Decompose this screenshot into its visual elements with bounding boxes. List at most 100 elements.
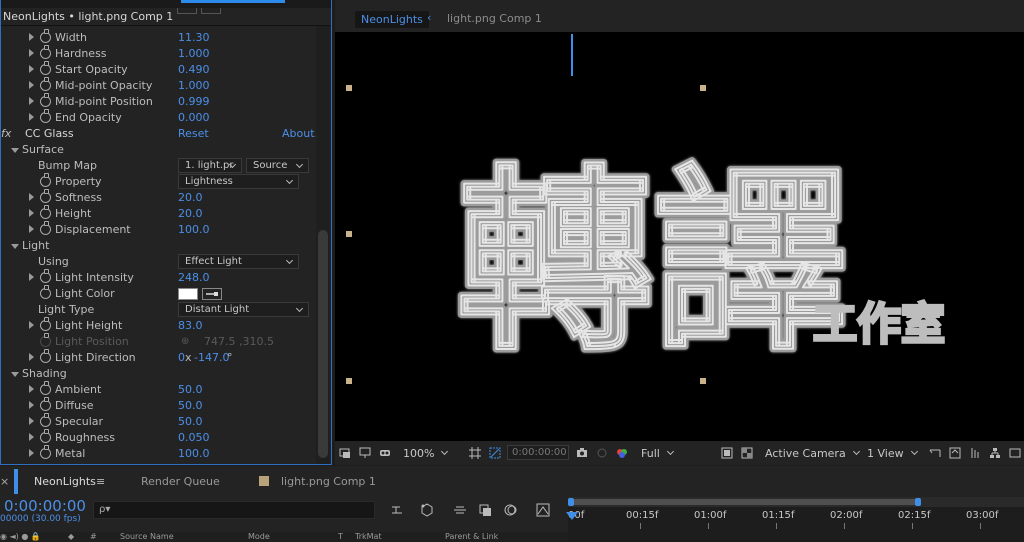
stopwatch-icon[interactable]: [40, 429, 51, 443]
current-time-field[interactable]: 0:00:00:00: [507, 445, 569, 460]
about-link[interactable]: About.: [282, 127, 318, 140]
twirl-icon[interactable]: [29, 433, 34, 441]
prop-value[interactable]: 0.000: [178, 111, 210, 124]
twirl-open-icon[interactable]: [11, 244, 19, 249]
stopwatch-icon[interactable]: [40, 413, 51, 427]
timeline-search-input[interactable]: ρ▾: [93, 501, 375, 519]
view-layout-select[interactable]: 1 View: [867, 447, 917, 460]
prop-row-displacement[interactable]: Displacement 100.0: [1, 221, 315, 238]
close-icon[interactable]: ×: [0, 475, 9, 488]
show-snapshot-icon[interactable]: [596, 447, 608, 459]
stopwatch-icon[interactable]: [40, 77, 51, 91]
grid-guides-icon[interactable]: [469, 447, 481, 459]
twirl-icon[interactable]: [29, 193, 34, 201]
color-channels-icon[interactable]: [616, 447, 628, 459]
scrollbar-thumb[interactable]: [318, 230, 328, 458]
prop-row-softness[interactable]: Softness 20.0: [1, 189, 315, 206]
stopwatch-icon[interactable]: [40, 109, 51, 123]
stopwatch-icon[interactable]: [40, 45, 51, 59]
twirl-open-icon[interactable]: [11, 372, 19, 377]
stopwatch-icon[interactable]: [40, 205, 51, 219]
prop-value[interactable]: 11.30: [178, 31, 210, 44]
prop-row-ambient[interactable]: Ambient 50.0: [1, 381, 315, 398]
twirl-icon[interactable]: [29, 225, 34, 233]
bump-map-layer-select[interactable]: 1. light.pr: [178, 158, 242, 173]
prop-row-diffuse[interactable]: Diffuse 50.0: [1, 397, 315, 414]
stopwatch-icon[interactable]: [40, 285, 51, 299]
property-select[interactable]: Lightness: [178, 174, 299, 189]
work-area-end-handle[interactable]: [915, 498, 921, 506]
prop-row-start-opacity[interactable]: Start Opacity 0.490: [1, 61, 315, 78]
mask-visibility-icon[interactable]: [489, 447, 501, 459]
prop-row-specular[interactable]: Specular 50.0: [1, 413, 315, 430]
twirl-icon[interactable]: [29, 321, 34, 329]
work-area-bar[interactable]: [568, 497, 1024, 507]
stopwatch-icon[interactable]: [40, 221, 51, 235]
stopwatch-icon[interactable]: [40, 61, 51, 75]
tab-light-png-comp-timeline[interactable]: light.png Comp 1: [281, 475, 376, 488]
prop-row-light-height[interactable]: Light Height 83.0: [1, 317, 315, 334]
twirl-icon[interactable]: [29, 113, 34, 121]
prop-value[interactable]: 0.490: [178, 63, 210, 76]
toggle-view-icon[interactable]: [929, 447, 941, 459]
twirl-icon[interactable]: [29, 65, 34, 73]
prop-row-light-type[interactable]: Light Type Distant Light: [1, 302, 315, 318]
prop-row-light-color[interactable]: Light Color: [1, 285, 315, 302]
twirl-icon[interactable]: [29, 209, 34, 217]
tab-render-queue[interactable]: Render Queue: [141, 475, 220, 488]
prop-value[interactable]: 50.0: [178, 415, 203, 428]
work-area-start-handle[interactable]: [568, 498, 574, 506]
effect-controls-scrollbar[interactable]: [316, 26, 330, 464]
twirl-icon[interactable]: [29, 401, 34, 409]
snapshot-region-icon[interactable]: [339, 447, 351, 459]
twirl-icon[interactable]: [29, 81, 34, 89]
eyedropper-icon[interactable]: [202, 288, 222, 300]
camera-select[interactable]: Active Camera: [765, 447, 859, 460]
prop-value[interactable]: 0.050: [178, 431, 210, 444]
prop-value[interactable]: 0.999: [178, 95, 210, 108]
prop-row-hardness[interactable]: Hardness 1.000: [1, 45, 315, 62]
prop-row-midpoint-position[interactable]: Mid-point Position 0.999: [1, 93, 315, 110]
tab-neonlights-timeline[interactable]: NeonLights: [34, 475, 96, 488]
direction-degrees[interactable]: -147.0: [194, 351, 229, 364]
stopwatch-icon[interactable]: [40, 269, 51, 283]
twirl-icon[interactable]: [29, 33, 34, 41]
frame-blending-icon[interactable]: [478, 503, 492, 517]
prop-value[interactable]: 50.0: [178, 399, 203, 412]
playhead-handle[interactable]: [566, 512, 578, 520]
stopwatch-icon[interactable]: [40, 445, 51, 459]
prop-row-height[interactable]: Height 20.0: [1, 205, 315, 222]
group-shading[interactable]: Shading: [1, 366, 315, 382]
direction-revolutions[interactable]: 0: [178, 351, 185, 364]
prop-row-light-direction[interactable]: Light Direction 0 x -147.0 °: [1, 349, 315, 366]
vr-goggles-icon[interactable]: [379, 447, 391, 459]
twirl-icon[interactable]: [29, 385, 34, 393]
region-of-interest-icon[interactable]: [721, 447, 733, 459]
resolution-select[interactable]: Full: [641, 447, 673, 460]
group-light[interactable]: Light: [1, 238, 315, 254]
tab-neonlights[interactable]: NeonLights: [355, 11, 429, 28]
prop-value[interactable]: 20.0: [178, 191, 203, 204]
3d-draft-icon[interactable]: [949, 447, 961, 459]
comp-flowchart-icon[interactable]: [390, 503, 404, 517]
draft-3d-icon[interactable]: [420, 503, 434, 517]
twirl-icon[interactable]: [29, 49, 34, 57]
prop-row-light-intensity[interactable]: Light Intensity 248.0: [1, 269, 315, 286]
bump-map-source-select[interactable]: Source: [246, 158, 309, 173]
prop-row-roughness[interactable]: Roughness 0.050: [1, 429, 315, 446]
twirl-icon[interactable]: [29, 449, 34, 457]
prop-row-property[interactable]: Property Lightness: [1, 173, 315, 190]
prop-value[interactable]: 100.0: [178, 447, 210, 460]
camera-snapshot-icon[interactable]: [576, 447, 588, 459]
light-type-select[interactable]: Distant Light: [178, 302, 309, 317]
prop-value[interactable]: 1.000: [178, 79, 210, 92]
motion-blur-icon[interactable]: [503, 503, 517, 517]
fast-previews-icon[interactable]: [969, 447, 981, 459]
prop-row-using[interactable]: Using Effect Light: [1, 254, 315, 270]
composition-canvas[interactable]: 轉譯 轉譯 工作室: [335, 32, 1024, 441]
tab-light-png-comp[interactable]: light.png Comp 1: [447, 12, 542, 25]
stopwatch-icon[interactable]: [40, 29, 51, 43]
using-select[interactable]: Effect Light: [178, 254, 299, 269]
prop-value[interactable]: 20.0: [178, 207, 203, 220]
reset-link[interactable]: Reset: [178, 127, 209, 140]
